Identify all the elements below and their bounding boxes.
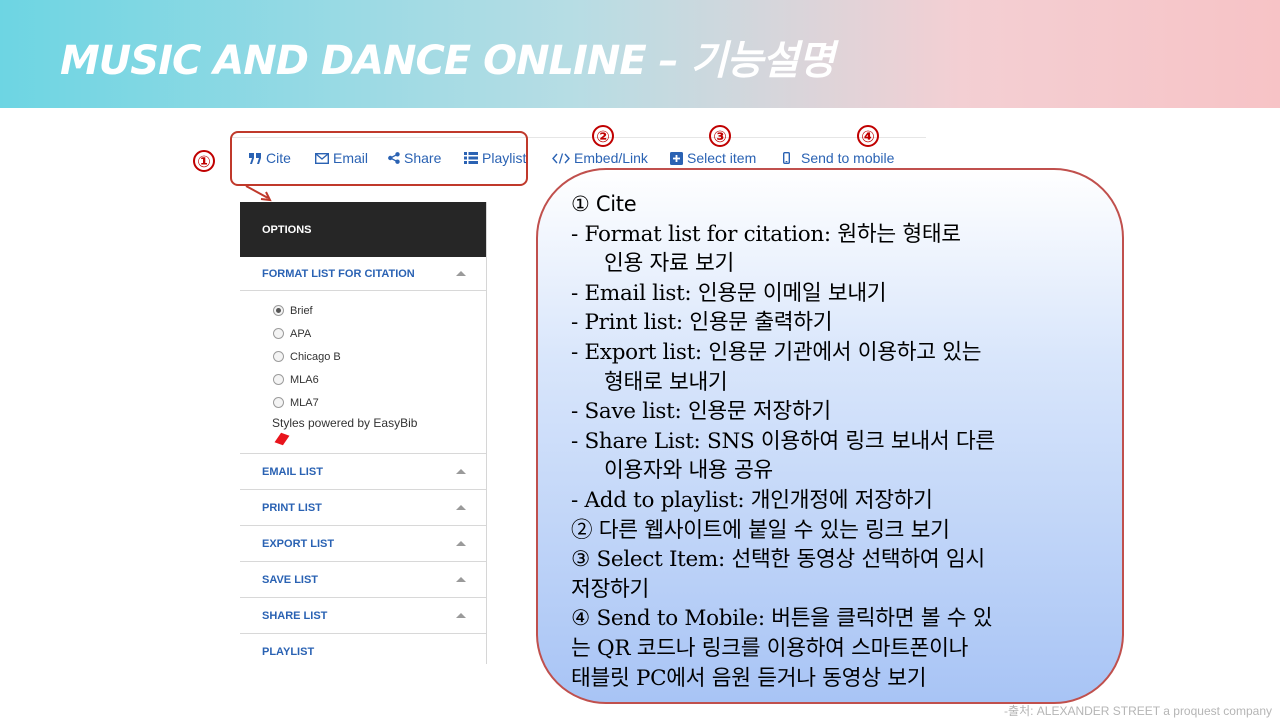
description-callout: ① Cite - Format list for citation: 원하는 형태… xyxy=(536,168,1124,704)
playlist-section[interactable]: PLAYLIST xyxy=(240,634,486,670)
red-marker-icon xyxy=(274,432,290,446)
send-to-mobile-label: Send to mobile xyxy=(801,150,895,166)
description-line: 는 QR 코드나 링크를 이용하여 스마트폰이나 xyxy=(571,635,969,661)
description-line: - Save list: 인용문 저장하기 xyxy=(571,399,831,425)
print-list-section[interactable]: PRINT LIST xyxy=(240,490,486,526)
description-line: - Add to playlist: 개인개정에 저장하기 xyxy=(571,487,933,513)
radio-icon xyxy=(273,351,284,362)
email-list-section[interactable]: EMAIL LIST xyxy=(240,454,486,490)
embed-link-label: Embed/Link xyxy=(574,150,648,166)
options-panel: OPTIONS FORMAT LIST FOR CITATION Brief A… xyxy=(240,202,487,664)
marker-2: ② xyxy=(592,125,614,147)
radio-chicago-b[interactable]: Chicago B xyxy=(273,345,486,368)
radio-label: MLA6 xyxy=(290,373,319,386)
caret-up-icon xyxy=(456,613,466,618)
select-item-label: Select item xyxy=(687,150,757,166)
section-label: SHARE LIST xyxy=(262,609,328,622)
radio-label: Brief xyxy=(290,304,313,317)
source-credit: -출처: ALEXANDER STREET a proquest company xyxy=(1004,704,1272,718)
radio-icon xyxy=(273,305,284,316)
cite-highlight-frame xyxy=(230,131,528,186)
description-line: - Format list for citation: 원하는 형태로 xyxy=(571,221,961,247)
section-label: PLAYLIST xyxy=(262,646,315,658)
share-list-section[interactable]: SHARE LIST xyxy=(240,598,486,634)
caret-up-icon xyxy=(456,469,466,474)
citation-format-options: Brief APA Chicago B MLA6 MLA7 Styles pow… xyxy=(240,291,486,454)
toolbar: Cite Email Share Playlist Embed/Link Sel… xyxy=(0,146,1280,170)
code-icon xyxy=(552,152,570,164)
marker-4: ④ xyxy=(857,125,879,147)
caret-up-icon xyxy=(456,577,466,582)
radio-icon xyxy=(273,328,284,339)
description-line: 인용 자료 보기 xyxy=(604,251,734,277)
marker-3: ③ xyxy=(709,125,731,147)
description-line: ① Cite xyxy=(571,192,637,216)
radio-mla7[interactable]: MLA7 xyxy=(273,391,486,414)
description-line: - Share List: SNS 이용하여 링크 보내서 다른 xyxy=(571,428,995,454)
embed-link-button[interactable]: Embed/Link xyxy=(552,146,648,170)
mobile-icon xyxy=(783,152,790,164)
description-line: - Email list: 인용문 이메일 보내기 xyxy=(571,280,887,306)
callout-arrow-icon xyxy=(245,185,272,202)
marker-1: ① xyxy=(193,150,215,172)
description-line: ③ Select Item: 선택한 동영상 선택하여 임시 xyxy=(571,547,985,573)
description-line: 저장하기 xyxy=(571,576,649,602)
title-banner: MUSIC AND DANCE ONLINE – 기능설명 xyxy=(0,0,1280,108)
section-label: EXPORT LIST xyxy=(262,537,335,550)
caret-up-icon xyxy=(456,271,466,276)
options-header: OPTIONS xyxy=(240,202,486,257)
radio-label: APA xyxy=(290,327,312,340)
description-line: 이용자와 내용 공유 xyxy=(604,458,773,484)
radio-mla6[interactable]: MLA6 xyxy=(273,368,486,391)
page-title: MUSIC AND DANCE ONLINE – 기능설명 xyxy=(60,38,835,84)
section-label: PRINT LIST xyxy=(262,501,322,514)
radio-label: Chicago B xyxy=(290,350,341,363)
radio-label: MLA7 xyxy=(290,396,319,409)
section-label: EMAIL LIST xyxy=(262,465,323,478)
caret-up-icon xyxy=(456,541,466,546)
send-to-mobile-button[interactable]: Send to mobile xyxy=(783,146,894,170)
radio-icon xyxy=(273,374,284,385)
save-list-section[interactable]: SAVE LIST xyxy=(240,562,486,598)
section-label: SAVE LIST xyxy=(262,573,319,586)
description-line: ④ Send to Mobile: 버튼을 클릭하면 볼 수 있 xyxy=(571,606,993,632)
select-item-button[interactable]: Select item xyxy=(670,146,756,170)
description-line: 태블릿 PC에서 음원 듣거나 동영상 보기 xyxy=(571,665,927,691)
format-list-label: FORMAT LIST FOR CITATION xyxy=(262,267,415,280)
description-line: 형태로 보내기 xyxy=(604,369,728,395)
description-line: - Print list: 인용문 출력하기 xyxy=(571,310,833,336)
radio-icon xyxy=(273,397,284,408)
description-line: ② 다른 웹사이트에 붙일 수 있는 링크 보기 xyxy=(571,517,950,543)
caret-up-icon xyxy=(456,505,466,510)
radio-brief[interactable]: Brief xyxy=(273,299,486,322)
export-list-section[interactable]: EXPORT LIST xyxy=(240,526,486,562)
radio-apa[interactable]: APA xyxy=(273,322,486,345)
plus-box-icon xyxy=(670,151,683,165)
description-line: - Export list: 인용문 기관에서 이용하고 있는 xyxy=(571,339,982,365)
styles-powered-note: Styles powered by EasyBib xyxy=(272,416,418,430)
format-list-section[interactable]: FORMAT LIST FOR CITATION xyxy=(240,257,486,291)
